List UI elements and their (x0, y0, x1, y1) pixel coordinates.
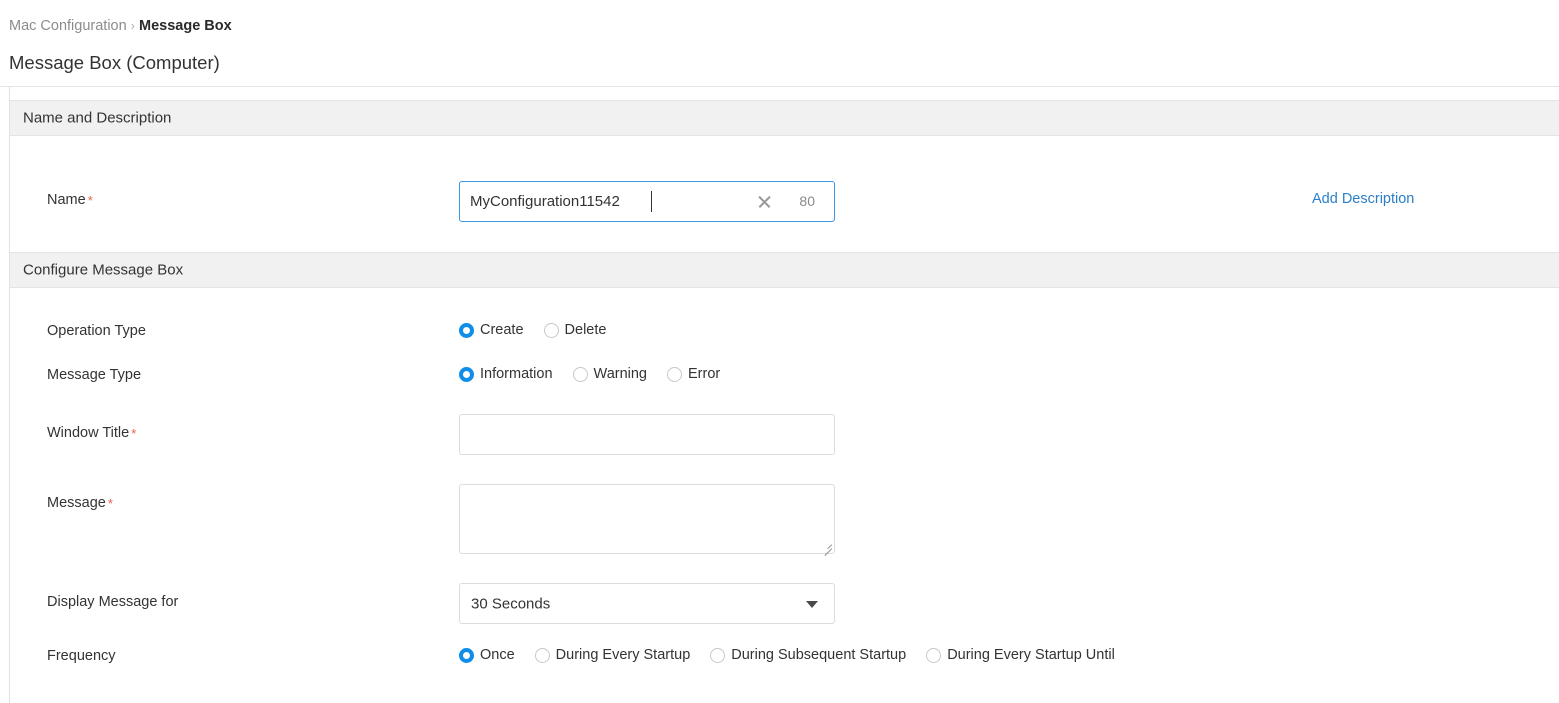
radio-label-once: Once (480, 647, 515, 663)
message-box-configuration-page: Mac Configuration › Message Box Message Bo… (0, 0, 1559, 703)
label-operation-type: Operation Type (47, 323, 146, 339)
radio-mark-warning (572, 366, 588, 382)
breadcrumb-current: Message Box (139, 18, 232, 34)
radio-mark-delete (543, 322, 559, 338)
radio-mark-once (459, 647, 474, 663)
section-title-configure-message-box: Configure Message Box (23, 261, 184, 279)
section-header-configure-message-box: Configure Message Box (10, 252, 1559, 288)
radio-mark-during-every-startup (534, 647, 550, 663)
radio-operation-type-create[interactable]: Create (459, 322, 524, 338)
message-textarea[interactable] (459, 484, 835, 554)
name-input-wrapper[interactable]: 80 (459, 181, 835, 222)
radio-frequency-during-every-startup[interactable]: During Every Startup (534, 647, 691, 663)
label-name: Name * (47, 192, 93, 208)
page-title: Message Box (Computer) (9, 52, 220, 73)
required-asterisk-name: * (87, 193, 93, 208)
label-message-type: Message Type (47, 367, 142, 383)
radio-label-delete: Delete (564, 322, 607, 338)
breadcrumb: Mac Configuration › Message Box (9, 18, 232, 34)
radio-label-during-every-startup-until: During Every Startup Until (947, 647, 1115, 663)
add-description-link[interactable]: Add Description (1312, 191, 1414, 207)
breadcrumb-separator-icon: › (130, 18, 136, 33)
window-title-input[interactable] (459, 414, 835, 455)
operation-type-radio-group: Create Delete (459, 322, 606, 338)
radio-message-type-error[interactable]: Error (667, 366, 720, 382)
close-icon[interactable] (756, 193, 773, 210)
radio-label-create: Create (480, 322, 524, 338)
label-display-message-for: Display Message for (47, 594, 179, 610)
radio-message-type-information[interactable]: Information (459, 366, 553, 382)
required-asterisk-message: * (107, 496, 113, 511)
label-window-title-text: Window Title (47, 425, 130, 441)
label-name-text: Name (47, 192, 86, 208)
radio-label-during-subsequent-startup: During Subsequent Startup (731, 647, 907, 663)
radio-mark-create (459, 322, 474, 338)
required-asterisk-window-title: * (131, 426, 137, 441)
radio-message-type-warning[interactable]: Warning (572, 366, 648, 382)
display-message-for-select[interactable]: 30 Seconds (459, 583, 835, 624)
label-frequency: Frequency (47, 648, 116, 664)
frequency-radio-group: Once During Every Startup During Subsequ… (459, 647, 1115, 663)
radio-operation-type-delete[interactable]: Delete (543, 322, 607, 338)
text-caret (651, 191, 652, 212)
section-title-name-and-description: Name and Description (23, 109, 172, 127)
radio-mark-information (459, 366, 474, 382)
radio-mark-during-every-startup-until (926, 647, 942, 663)
label-message-text: Message (47, 495, 106, 511)
radio-label-during-every-startup: During Every Startup (555, 647, 691, 663)
name-control-group: 80 Add Description (459, 181, 1414, 222)
label-message: Message * (47, 495, 113, 511)
radio-frequency-during-every-startup-until[interactable]: During Every Startup Until (926, 647, 1115, 663)
display-message-for-control: 30 Seconds (459, 583, 835, 624)
radio-label-error: Error (688, 366, 721, 382)
label-window-title: Window Title * (47, 425, 136, 441)
form-body: Name and Description Name* 80 Add Descri… (9, 87, 1559, 703)
window-title-control (459, 414, 835, 455)
breadcrumb-parent-link[interactable]: Mac Configuration (9, 18, 127, 34)
radio-frequency-once[interactable]: Once (459, 647, 515, 663)
display-message-for-value: 30 Seconds (471, 595, 551, 612)
radio-frequency-during-subsequent-startup[interactable]: During Subsequent Startup (710, 647, 906, 663)
radio-mark-error (667, 366, 683, 382)
radio-mark-during-subsequent-startup (710, 647, 726, 663)
message-type-radio-group: Information Warning Error (459, 366, 720, 382)
message-control (459, 484, 835, 556)
character-counter: 80 (799, 193, 815, 209)
radio-label-warning: Warning (593, 366, 648, 382)
name-input[interactable] (460, 182, 760, 221)
section-header-name-and-description: Name and Description (10, 100, 1559, 136)
chevron-down-icon (806, 600, 818, 608)
radio-label-information: Information (480, 366, 553, 382)
